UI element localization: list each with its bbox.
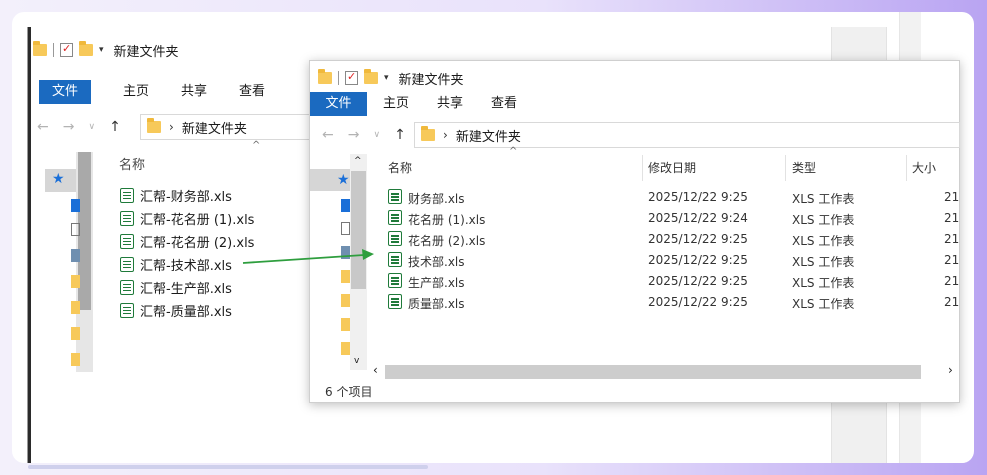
- arrow-head-icon: [362, 249, 374, 260]
- arrow-line: [242, 254, 365, 264]
- screenshot-frame: ▾ 新建文件夹 文件 主页 共享 查看 ← → ∨ ↑ › 新建文件夹 ★: [12, 12, 974, 463]
- taskbar-indicator: [28, 465, 428, 469]
- drag-arrow: [242, 249, 374, 264]
